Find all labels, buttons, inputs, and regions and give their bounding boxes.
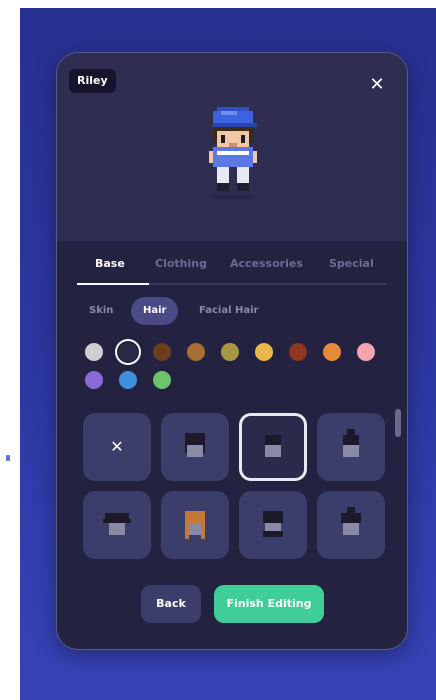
color-swatch[interactable] — [119, 371, 137, 389]
character-name-tag: Riley — [69, 69, 116, 93]
tab-special[interactable]: Special — [329, 257, 374, 270]
color-swatch[interactable] — [153, 343, 171, 361]
color-swatch[interactable] — [255, 343, 273, 361]
hair-style-tile[interactable] — [161, 491, 229, 559]
tab-accessories[interactable]: Accessories — [230, 257, 303, 270]
back-button[interactable]: Back — [141, 585, 201, 623]
color-swatch[interactable] — [289, 343, 307, 361]
hair-style-icon — [185, 433, 205, 457]
color-swatch[interactable] — [221, 343, 239, 361]
hair-style-icon — [343, 429, 359, 457]
tab-active-indicator — [77, 283, 149, 285]
finish-editing-button[interactable]: Finish Editing — [214, 585, 324, 623]
subtab-skin[interactable]: Skin — [77, 297, 125, 325]
color-swatch[interactable] — [85, 343, 103, 361]
avatar-preview-area: Riley ✕ — [57, 53, 407, 241]
category-tabs: Base Clothing Accessories Special — [77, 257, 387, 285]
tab-clothing[interactable]: Clothing — [155, 257, 207, 270]
hair-style-tile[interactable] — [161, 413, 229, 481]
hair-style-icon — [341, 507, 361, 535]
color-swatch-selected[interactable] — [119, 343, 137, 361]
character-editor-panel: Riley ✕ Base Clothing Accessories Specia… — [56, 52, 408, 650]
hair-style-tile[interactable] — [239, 491, 307, 559]
base-subtabs: Skin Hair Facial Hair — [77, 297, 377, 325]
scrollbar-thumb[interactable] — [395, 409, 401, 437]
hair-style-icon — [265, 435, 281, 457]
tab-base[interactable]: Base — [95, 257, 125, 270]
hair-style-tile[interactable] — [317, 413, 385, 481]
hair-style-tile-selected[interactable] — [239, 413, 307, 481]
subtab-facial-hair[interactable]: Facial Hair — [187, 297, 270, 325]
color-swatch[interactable] — [85, 371, 103, 389]
color-swatch[interactable] — [187, 343, 205, 361]
color-swatch[interactable] — [357, 343, 375, 361]
close-icon[interactable]: ✕ — [365, 73, 389, 97]
hair-style-tile[interactable] — [317, 491, 385, 559]
color-swatch[interactable] — [323, 343, 341, 361]
hair-style-icon — [185, 511, 205, 539]
hair-style-icon — [103, 513, 131, 535]
hair-style-icon — [263, 511, 283, 537]
color-swatch[interactable] — [153, 371, 171, 389]
none-x-icon: ✕ — [110, 437, 124, 456]
character-sprite — [209, 107, 257, 199]
hair-style-none[interactable]: ✕ — [83, 413, 151, 481]
subtab-hair[interactable]: Hair — [131, 297, 179, 325]
hair-style-tile[interactable] — [83, 491, 151, 559]
edge-marker — [6, 455, 10, 461]
